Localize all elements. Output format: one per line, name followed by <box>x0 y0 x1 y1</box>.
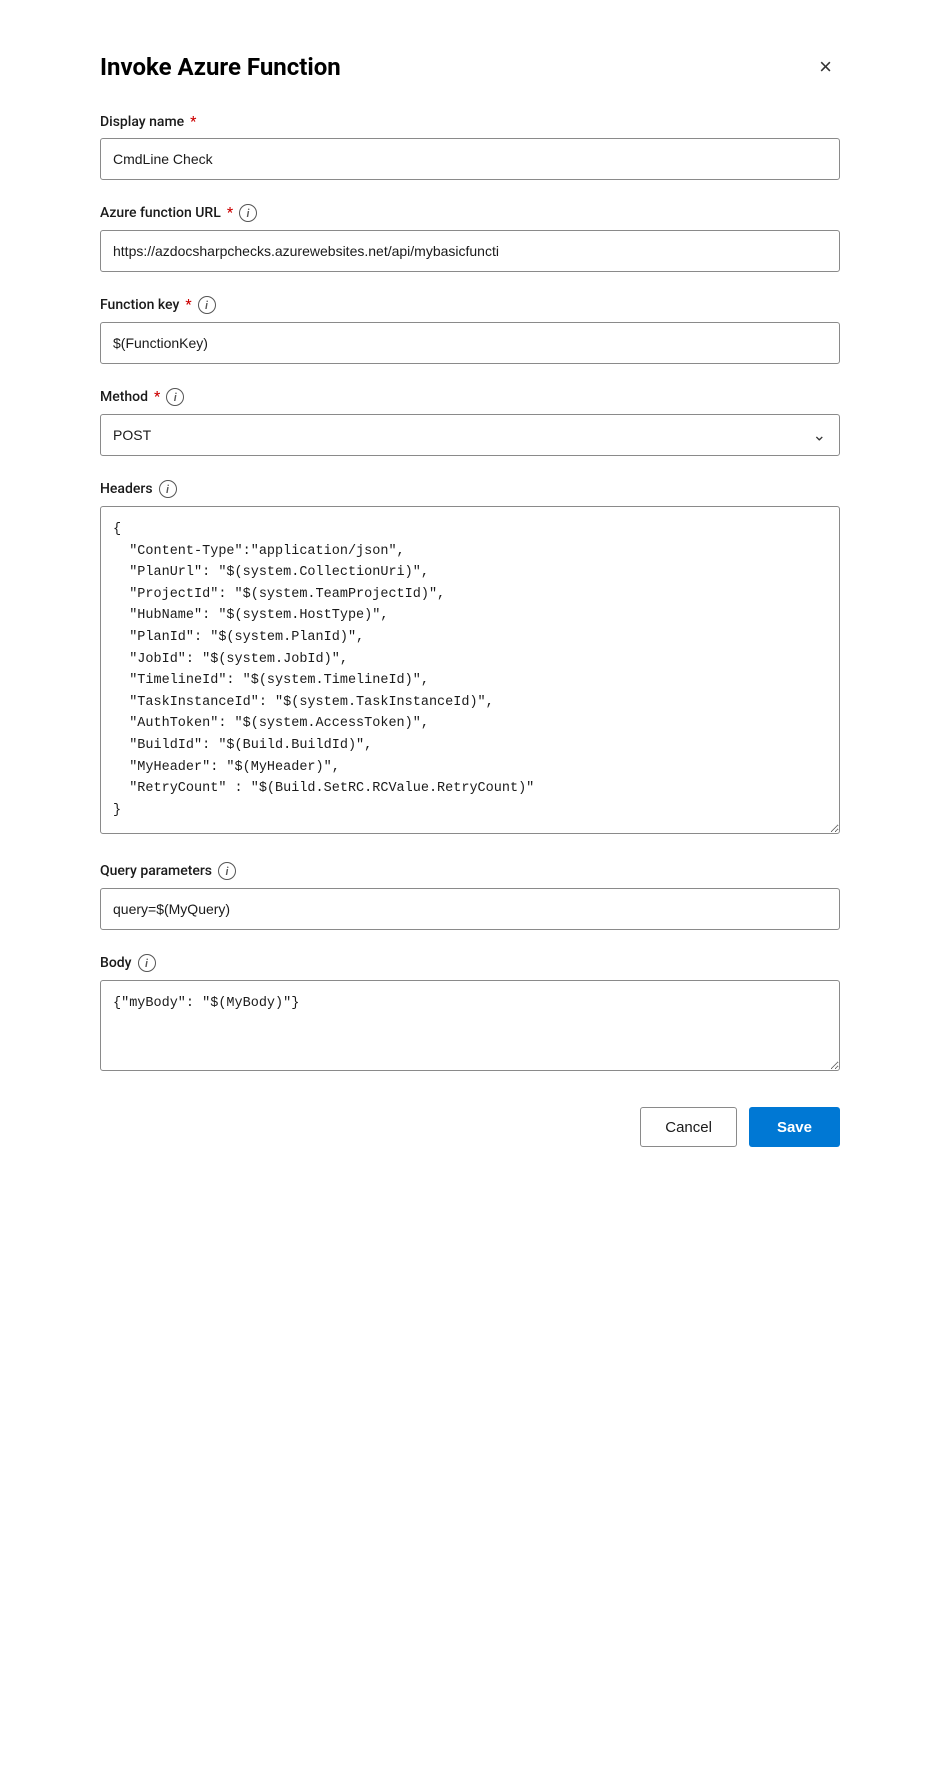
dialog-footer: Cancel Save <box>100 1107 840 1147</box>
headers-label: Headers i <box>100 480 840 498</box>
display-name-group: Display name * <box>100 114 840 180</box>
query-parameters-input[interactable] <box>100 888 840 930</box>
azure-function-url-label: Azure function URL * i <box>100 204 840 222</box>
cancel-button[interactable]: Cancel <box>640 1107 737 1147</box>
azure-function-url-group: Azure function URL * i <box>100 204 840 272</box>
function-key-required: * <box>185 297 191 313</box>
body-info-icon[interactable]: i <box>138 954 156 972</box>
display-name-label-text: Display name <box>100 114 184 130</box>
query-parameters-info-icon[interactable]: i <box>218 862 236 880</box>
save-button[interactable]: Save <box>749 1107 840 1147</box>
azure-function-url-required: * <box>227 205 233 221</box>
invoke-azure-function-dialog: Invoke Azure Function × Display name * A… <box>60 20 880 1187</box>
dialog-header: Invoke Azure Function × <box>100 52 840 82</box>
query-parameters-label-text: Query parameters <box>100 863 212 879</box>
body-label: Body i <box>100 954 840 972</box>
azure-function-url-input[interactable] <box>100 230 840 272</box>
headers-group: Headers i { "Content-Type":"application/… <box>100 480 840 838</box>
query-parameters-group: Query parameters i <box>100 862 840 930</box>
headers-textarea[interactable]: { "Content-Type":"application/json", "Pl… <box>100 506 840 834</box>
azure-function-url-info-icon[interactable]: i <box>239 204 257 222</box>
azure-function-url-label-text: Azure function URL <box>100 205 221 221</box>
function-key-input[interactable] <box>100 322 840 364</box>
body-group: Body i {"myBody": "$(MyBody)"} <box>100 954 840 1075</box>
function-key-group: Function key * i <box>100 296 840 364</box>
dialog-title: Invoke Azure Function <box>100 53 341 81</box>
display-name-input[interactable] <box>100 138 840 180</box>
body-label-text: Body <box>100 955 132 971</box>
method-group: Method * i POST GET PUT DELETE PATCH OPT… <box>100 388 840 456</box>
query-parameters-label: Query parameters i <box>100 862 840 880</box>
method-info-icon[interactable]: i <box>166 388 184 406</box>
headers-info-icon[interactable]: i <box>159 480 177 498</box>
function-key-info-icon[interactable]: i <box>198 296 216 314</box>
close-button[interactable]: × <box>811 52 840 82</box>
function-key-label-text: Function key <box>100 297 179 313</box>
display-name-required: * <box>190 114 196 130</box>
method-label-text: Method <box>100 389 148 405</box>
method-required: * <box>154 389 160 405</box>
method-select-wrapper: POST GET PUT DELETE PATCH OPTIONS HEAD ⌄ <box>100 414 840 456</box>
body-textarea[interactable]: {"myBody": "$(MyBody)"} <box>100 980 840 1071</box>
display-name-label: Display name * <box>100 114 840 130</box>
method-select[interactable]: POST GET PUT DELETE PATCH OPTIONS HEAD <box>100 414 840 456</box>
method-label: Method * i <box>100 388 840 406</box>
function-key-label: Function key * i <box>100 296 840 314</box>
headers-label-text: Headers <box>100 481 153 497</box>
